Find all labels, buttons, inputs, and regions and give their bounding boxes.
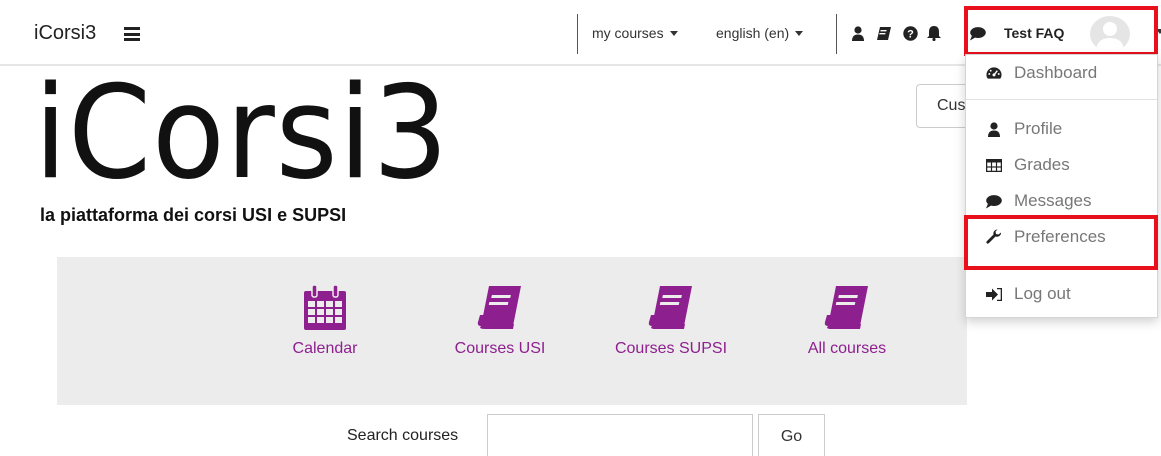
menu-item-messages[interactable]: Messages xyxy=(986,191,1091,211)
my-courses-dropdown[interactable]: my courses xyxy=(592,25,678,41)
tile-calendar[interactable]: Calendar xyxy=(287,284,363,358)
book-icon xyxy=(648,286,692,329)
highlight-user-menu xyxy=(964,6,1158,56)
table-icon xyxy=(986,157,1002,173)
bell-icon[interactable] xyxy=(926,24,942,42)
search-courses-input[interactable] xyxy=(487,414,753,456)
tile-courses-usi[interactable]: Courses USI xyxy=(445,285,555,358)
help-icon[interactable]: ? xyxy=(902,24,918,42)
user-dropdown-menu: Dashboard Profile Grades Messages Prefer… xyxy=(965,54,1158,318)
menu-divider xyxy=(966,99,1157,100)
user-icon[interactable] xyxy=(850,24,866,42)
highlight-preferences xyxy=(964,215,1158,270)
tile-label: All courses xyxy=(807,340,887,357)
chat-icon xyxy=(986,193,1002,209)
caret-down-icon xyxy=(795,30,804,36)
tile-label: Calendar xyxy=(292,340,358,357)
tile-all-courses[interactable]: All courses xyxy=(797,285,897,358)
dashboard-icon xyxy=(986,65,1002,81)
menu-item-profile[interactable]: Profile xyxy=(986,119,1062,139)
user-icon xyxy=(986,121,1002,137)
search-courses-label: Search courses xyxy=(347,427,459,444)
menu-item-grades[interactable]: Grades xyxy=(986,155,1070,175)
site-brand[interactable]: iCorsi3 xyxy=(34,22,96,45)
book-icon xyxy=(824,286,868,329)
caret-down-icon xyxy=(669,30,678,36)
logout-icon xyxy=(986,286,1002,302)
book-icon[interactable] xyxy=(876,24,892,42)
tile-label: Courses SUPSI xyxy=(614,340,728,357)
logo-tagline: la piattaforma dei corsi USI e SUPSI xyxy=(40,205,347,225)
navbar-divider xyxy=(577,14,578,54)
search-go-button[interactable]: Go xyxy=(758,414,825,456)
menu-icon[interactable] xyxy=(124,27,140,41)
navbar-divider xyxy=(836,14,837,54)
language-dropdown[interactable]: english (en) xyxy=(716,25,804,41)
site-logo: iCorsi3 xyxy=(34,59,450,208)
svg-text:?: ? xyxy=(907,28,914,40)
menu-item-logout[interactable]: Log out xyxy=(986,284,1071,304)
tile-courses-supsi[interactable]: Courses SUPSI xyxy=(606,285,736,358)
tile-label: Courses USI xyxy=(454,340,546,357)
calendar-icon xyxy=(304,284,346,330)
menu-item-dashboard[interactable]: Dashboard xyxy=(986,63,1097,83)
book-icon xyxy=(477,286,521,329)
